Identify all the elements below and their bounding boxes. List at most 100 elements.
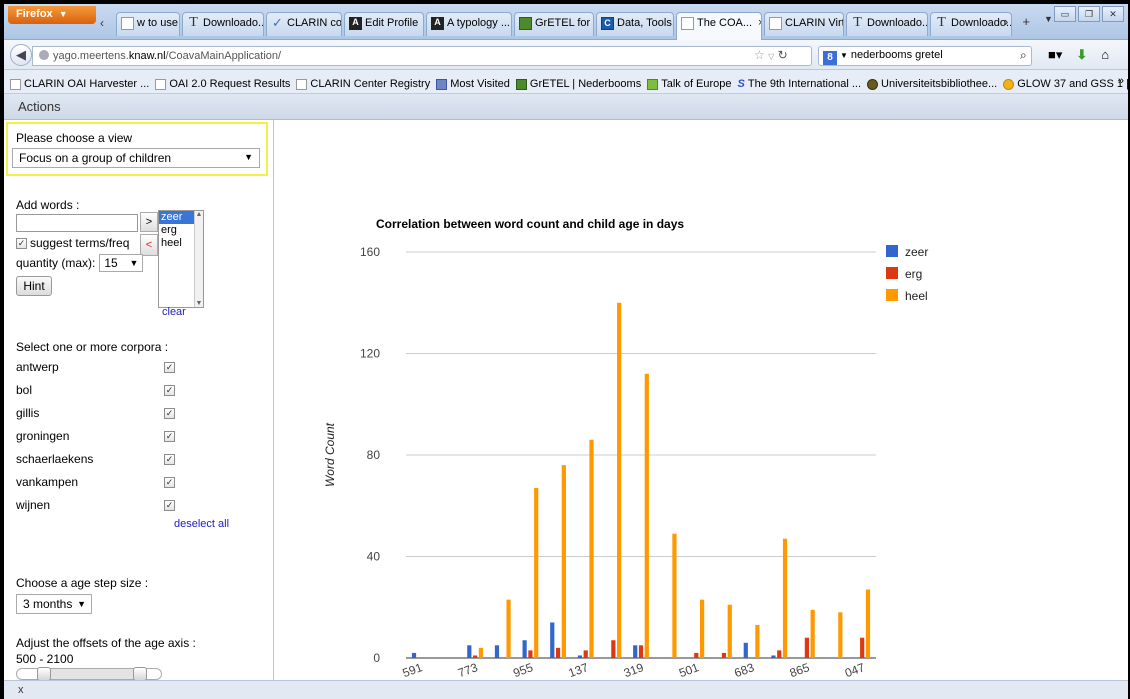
bookmarks-overflow-icon[interactable]: » <box>1118 75 1124 87</box>
bookmark-item[interactable]: S The 9th International ... <box>738 75 861 93</box>
bookmark-item[interactable]: GLOW 37 and GSS 1 | B... <box>1003 75 1128 93</box>
bar-zeer <box>522 640 527 658</box>
bar-erg <box>860 637 865 658</box>
bookmark-item[interactable]: Most Visited <box>436 75 510 93</box>
bookmark-item[interactable]: GrETEL | Nederbooms <box>515 75 641 93</box>
x-tick-label: 955 <box>511 660 535 680</box>
bar-zeer <box>550 622 555 658</box>
x-tick-label: 319 <box>622 660 646 680</box>
hint-button[interactable]: Hint <box>16 276 52 296</box>
word-input[interactable] <box>16 214 138 232</box>
tab-scroll-left[interactable]: ‹ <box>98 12 114 36</box>
firefox-menu-label: Firefox <box>16 8 53 20</box>
scroll-up-icon[interactable]: ▲ <box>195 211 203 218</box>
x-tick-label: 773 <box>456 660 480 680</box>
tab-list-icon[interactable]: ▼ <box>1044 14 1053 29</box>
download-icon[interactable]: ⬇ <box>1076 47 1087 63</box>
bar-heel <box>782 538 788 658</box>
bookmark-item[interactable]: CLARIN OAI Harvester ... <box>10 75 149 93</box>
slider-handle-min[interactable] <box>37 667 51 681</box>
new-tab-icon[interactable]: + <box>1022 14 1030 29</box>
actions-menu[interactable]: Actions <box>4 94 1128 120</box>
page-icon <box>681 17 694 30</box>
tab[interactable]: T Downloado... <box>930 12 1012 36</box>
tab[interactable]: T Downloado... <box>182 12 264 36</box>
tab-label: Downloado... <box>867 17 928 29</box>
tab[interactable]: CLARIN Virt... <box>764 12 844 36</box>
academia-icon: A <box>431 17 444 30</box>
corpus-checkbox[interactable]: ✓ <box>164 385 175 396</box>
bar-zeer <box>577 655 583 658</box>
bookmarks-menu-icon[interactable]: ■▾ <box>1048 47 1062 63</box>
tab[interactable]: AA typology ... <box>426 12 512 36</box>
reload-icon[interactable]: ↻ <box>778 48 788 62</box>
url-path: /CoavaMainApplication/ <box>165 50 282 62</box>
bookmark-item[interactable]: Universiteitsbibliothee... <box>867 75 997 93</box>
chevron-down-icon: ▼ <box>129 258 139 268</box>
list-scrollbar[interactable]: ▲ ▼ <box>194 211 203 307</box>
bookmark-label: GLOW 37 and GSS 1 | B... <box>1017 78 1128 90</box>
tab[interactable]: A Edit Profile <box>344 12 424 36</box>
close-window-icon[interactable]: ✕ <box>1102 6 1124 22</box>
home-icon[interactable]: ⌂ <box>1101 47 1109 63</box>
corpus-checkbox[interactable]: ✓ <box>164 408 175 419</box>
corpus-row: groningen ✓ <box>16 429 176 447</box>
history-dropdown-icon[interactable]: ▽ <box>768 52 774 61</box>
url-bar[interactable]: yago.meertens.knaw.nl/CoavaMainApplicati… <box>32 46 812 66</box>
arrow-left-icon: ◀ <box>16 47 26 62</box>
corpus-checkbox[interactable]: ✓ <box>164 431 175 442</box>
actions-label: Actions <box>18 99 61 114</box>
s-logo-icon: S <box>737 77 745 90</box>
tab-label: Data, Tools,... <box>617 17 673 29</box>
tab[interactable]: GrETEL for ... <box>514 12 594 36</box>
words-list[interactable]: zeer erg heel ▲ ▼ <box>158 210 204 308</box>
restore-icon[interactable]: ❐ <box>1078 6 1100 22</box>
x-tick-label: 137 <box>567 660 591 680</box>
corpus-checkbox[interactable]: ✓ <box>164 454 175 465</box>
slider-handle-max[interactable] <box>133 667 147 681</box>
y-tick-label: 160 <box>360 245 380 259</box>
scroll-tabs-right-icon[interactable]: › <box>1004 14 1008 29</box>
back-button[interactable]: ◀ <box>10 44 32 66</box>
bar-erg <box>777 650 782 658</box>
suggest-terms-checkbox[interactable]: ✓ <box>16 237 27 249</box>
close-icon[interactable]: × <box>758 17 761 29</box>
remove-word-button[interactable]: < <box>140 234 158 256</box>
bar-zeer <box>771 655 776 658</box>
bar-erg <box>473 655 478 658</box>
bookmark-item[interactable]: CLARIN Center Registry <box>296 75 430 93</box>
tab[interactable]: w to use ... <box>116 12 180 36</box>
corpus-checkbox[interactable]: ✓ <box>164 500 175 511</box>
search-icon[interactable]: ⌕ <box>1020 48 1027 63</box>
corpus-checkbox[interactable]: ✓ <box>164 362 175 373</box>
add-words-label: Add words : <box>16 198 80 212</box>
firefox-menu-button[interactable]: Firefox ▼ <box>8 6 96 24</box>
tab[interactable]: CData, Tools,... <box>596 12 674 36</box>
tab-active[interactable]: The COA... × <box>676 12 762 40</box>
site-identity-icon[interactable] <box>39 50 49 60</box>
bookmark-star-icon[interactable]: ☆ <box>754 48 765 62</box>
deselect-all-link[interactable]: deselect all <box>174 518 229 530</box>
corpus-row: bol ✓ <box>16 383 176 401</box>
check-icon: ✓ <box>272 15 283 30</box>
add-word-button[interactable]: > <box>140 212 158 232</box>
google-search-icon[interactable]: 8 <box>823 51 837 65</box>
bookmark-item[interactable]: Talk of Europe <box>647 75 732 93</box>
view-select[interactable]: Focus on a group of children ▼ <box>12 148 260 168</box>
age-step-select[interactable]: 3 months ▼ <box>16 594 92 614</box>
search-bar[interactable]: 8 ▼ nederbooms gretel <box>818 46 1032 66</box>
age-range-slider[interactable] <box>16 667 162 681</box>
tab[interactable]: ✓ CLARIN co... <box>266 12 342 36</box>
page-icon <box>769 17 782 30</box>
chevron-down-icon[interactable]: ▼ <box>840 51 848 60</box>
minimize-icon[interactable]: ▭ <box>1054 6 1076 22</box>
quantity-select[interactable]: 15 ▼ <box>99 254 144 272</box>
close-status-icon[interactable]: x <box>18 684 24 696</box>
bookmark-item[interactable]: OAI 2.0 Request Results <box>155 75 290 93</box>
chevron-down-icon: ▼ <box>244 152 253 162</box>
bookmarks-toolbar: CLARIN OAI Harvester ... OAI 2.0 Request… <box>4 70 1128 94</box>
corpus-checkbox[interactable]: ✓ <box>164 477 175 488</box>
clear-link[interactable]: clear <box>162 306 186 318</box>
tab[interactable]: T Downloado... <box>846 12 928 36</box>
scroll-down-icon[interactable]: ▼ <box>195 300 203 307</box>
